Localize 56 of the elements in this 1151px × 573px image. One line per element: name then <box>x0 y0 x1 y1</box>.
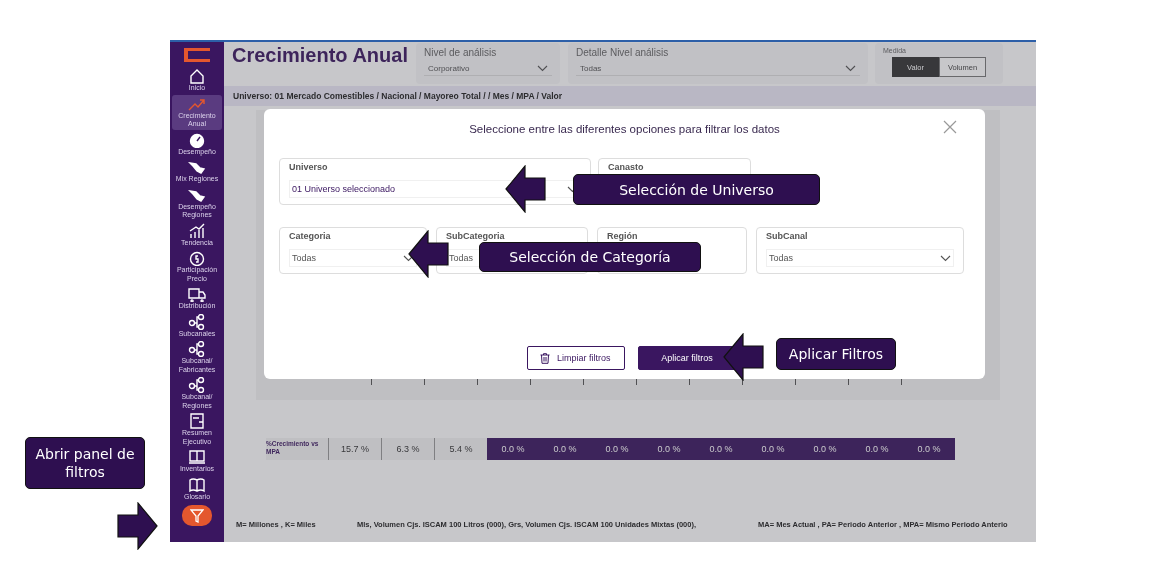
filter-label: Nivel de análisis <box>424 47 498 58</box>
table-cell: 0.0 % <box>799 438 851 460</box>
dropdown[interactable]: Todas <box>289 249 417 267</box>
filter-label: Categoria <box>289 231 332 241</box>
table-cell: 0.0 % <box>487 438 539 460</box>
table-cell: 6.3 % <box>381 438 434 460</box>
filter-label: Región <box>607 231 639 241</box>
filter-icon <box>190 508 204 523</box>
dropdown[interactable]: Corporativo <box>424 62 552 76</box>
table-cell: 5.4 % <box>434 438 487 460</box>
dropdown[interactable]: Todas <box>576 62 860 76</box>
chevron-icon <box>940 254 951 262</box>
dialog-title: Seleccione entre las diferentes opciones para filtrar los datos <box>469 123 780 135</box>
callout-arrow-tooltip <box>116 502 158 550</box>
dropdown[interactable]: Todas <box>766 249 954 267</box>
table-cell: 0.0 % <box>903 438 955 460</box>
callout-tooltip: Selección de Categoría <box>479 242 701 272</box>
branch-icon <box>188 313 206 330</box>
chevron-icon <box>845 65 856 72</box>
filter-label: SubCategoria <box>446 231 506 241</box>
book-icon <box>188 476 206 493</box>
truck-icon <box>188 286 206 302</box>
trash-icon <box>540 352 550 364</box>
bar-chart-icon <box>188 222 206 239</box>
table-cell: 15.7 % <box>328 438 381 460</box>
callout-tooltip: Abrir panel de filtros <box>25 437 145 489</box>
close-icon[interactable] <box>943 120 957 134</box>
table-cell: 0.0 % <box>591 438 643 460</box>
table-cell: 0.0 % <box>643 438 695 460</box>
callout-tooltip: Aplicar Filtros <box>776 338 896 370</box>
filter-label: SubCanal <box>766 231 809 241</box>
table-cell: 0.0 % <box>539 438 591 460</box>
callout-arrow-tooltip <box>505 165 547 213</box>
dollar-icon <box>188 250 206 266</box>
branch-icon <box>188 341 206 357</box>
branch-icon <box>188 377 206 393</box>
callout-tooltip: Selección de Universo <box>573 174 820 205</box>
home-icon <box>188 68 206 84</box>
logo-icon <box>184 48 210 62</box>
page-title: Crecimiento Anual <box>231 43 409 67</box>
map-icon <box>188 159 206 175</box>
filter-button[interactable] <box>182 505 212 526</box>
table-cell: 0.0 % <box>851 438 903 460</box>
table-cell: 0.0 % <box>695 438 747 460</box>
table-cell: 0.0 % <box>747 438 799 460</box>
callout-arrow-tooltip <box>723 333 765 381</box>
filter-label: Canasto <box>608 162 645 172</box>
chevron-icon <box>537 65 548 72</box>
breadcrumb: Universo: 01 Mercado Comestibles / Nacional / Mayoreo Total / / Mes / MPA / Valor <box>233 91 563 101</box>
filter-label: Detalle Nivel análisis <box>576 47 670 58</box>
apply-button[interactable]: Aplicar filtros <box>638 346 736 370</box>
filter-label: Universo <box>289 162 329 172</box>
board-icon <box>188 449 206 465</box>
document-icon <box>188 413 206 429</box>
gauge-icon <box>188 131 206 148</box>
clear-button[interactable]: Limpiar filtros <box>527 346 625 370</box>
